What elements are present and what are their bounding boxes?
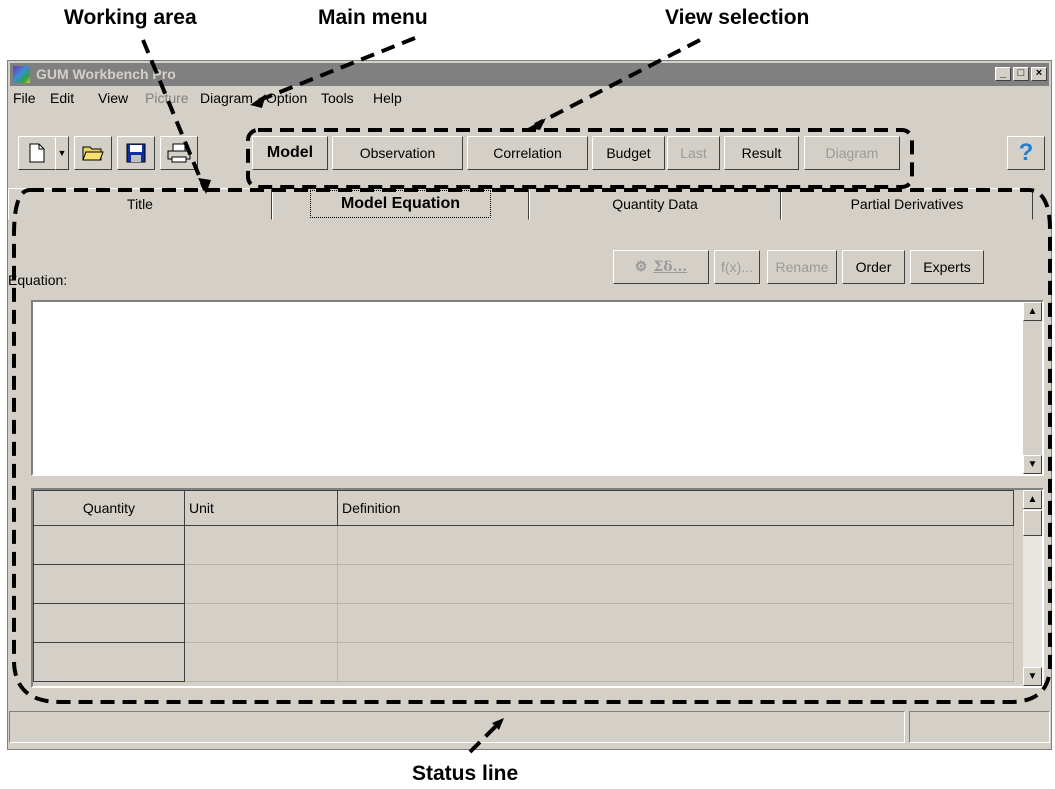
view-selection-outline — [246, 128, 914, 189]
main-menu-pointer — [254, 36, 416, 104]
annotation-overlay — [12, 36, 1052, 754]
main-menu-arrowhead — [250, 94, 266, 108]
view-selection-pointer — [534, 38, 701, 127]
working-area-pointer — [141, 39, 207, 191]
view-selection-arrowhead — [528, 118, 546, 130]
working-area-outline — [12, 188, 1052, 704]
